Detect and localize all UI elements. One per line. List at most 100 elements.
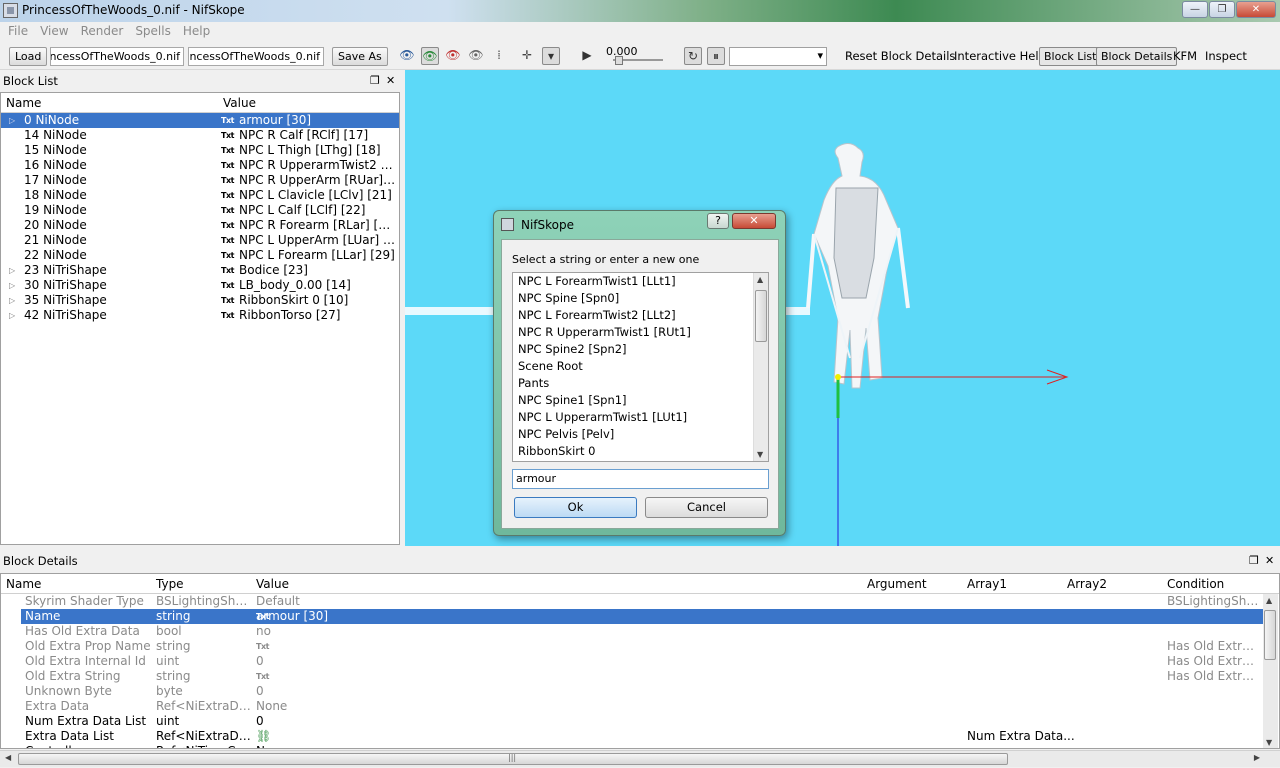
play-icon[interactable]: ▶ xyxy=(578,47,596,65)
string-option[interactable]: NPC R UpperarmTwist1 [RUt1] xyxy=(513,324,768,341)
detail-row[interactable]: Name string Txt armour [30] xyxy=(1,609,1279,624)
value-cell[interactable]: Default xyxy=(256,594,300,609)
column-header-value[interactable]: Value xyxy=(256,577,289,591)
detail-row[interactable]: Unknown Byte byte 0 xyxy=(1,684,1279,699)
maximize-button[interactable]: ❐ xyxy=(1209,1,1235,18)
column-header-condition[interactable]: Condition xyxy=(1167,577,1224,591)
expand-arrow-icon[interactable]: ▷ xyxy=(9,308,15,323)
scroll-up-icon[interactable]: ▲ xyxy=(1266,596,1272,605)
block-list-row[interactable]: ▷ 42 NiTriShape Txt RibbonTorso [27] xyxy=(1,308,399,323)
value-cell[interactable]: no xyxy=(256,624,271,639)
string-option[interactable]: NPC L ForearmTwist2 [LLt2] xyxy=(513,307,768,324)
view-shaded-eye-icon[interactable]: 👁 xyxy=(421,47,439,65)
block-list-row[interactable]: 18 NiNode Txt NPC L Clavicle [LClv] [21] xyxy=(1,188,399,203)
column-header-array2[interactable]: Array2 xyxy=(1067,577,1107,591)
footprint-icon[interactable]: ⁞ xyxy=(490,47,508,65)
expand-arrow-icon[interactable]: ▷ xyxy=(9,293,15,308)
string-option[interactable]: NPC L ForearmTwist1 [LLt1] xyxy=(513,273,768,290)
minimize-button[interactable]: — xyxy=(1182,1,1208,18)
block-list-row[interactable]: ▷ 0 NiNode Txt armour [30] xyxy=(1,113,399,128)
help-button[interactable]: ? xyxy=(707,213,729,229)
block-list-row[interactable]: 17 NiNode Txt NPC R UpperArm [RUar] [20] xyxy=(1,173,399,188)
load-button[interactable]: Load xyxy=(9,47,48,66)
cancel-button[interactable]: Cancel xyxy=(645,497,768,518)
detail-row[interactable]: Skyrim Shader Type BSLightingShaderProper… xyxy=(1,594,1279,609)
string-option[interactable]: NPC L UpperarmTwist1 [LUt1] xyxy=(513,409,768,426)
value-cell[interactable]: 0 xyxy=(256,684,264,699)
value-cell[interactable]: 0 xyxy=(256,714,264,729)
block-list-row[interactable]: 20 NiNode Txt NPC R Forearm [RLar] [25] xyxy=(1,218,399,233)
float-icon[interactable]: ❐ xyxy=(1249,554,1259,567)
string-option[interactable]: RibbonSkirt 0 xyxy=(513,443,768,460)
column-header-name[interactable]: Name xyxy=(6,96,41,110)
menu-view[interactable]: View xyxy=(34,22,74,42)
block-list-row[interactable]: 22 NiNode Txt NPC L Forearm [LLar] [29] xyxy=(1,248,399,263)
scroll-up-icon[interactable]: ▲ xyxy=(757,275,763,284)
scroll-left-icon[interactable]: ◀ xyxy=(5,753,11,762)
expand-arrow-icon[interactable]: ▷ xyxy=(9,113,15,128)
load-path-field[interactable]: PrincessOfTheWoods_0.nif xyxy=(50,47,184,66)
detail-row[interactable]: Num Extra Data List uint 0 xyxy=(1,714,1279,729)
close-window-button[interactable]: ✕ xyxy=(1236,1,1276,18)
dialog-close-button[interactable]: ✕ xyxy=(732,213,776,229)
block-details-toggle[interactable]: Block Details xyxy=(1096,47,1178,66)
scroll-right-icon[interactable]: ▶ xyxy=(1254,753,1260,762)
string-option[interactable]: NPC Pelvis [Pelv] xyxy=(513,426,768,443)
dropdown-icon[interactable]: ▾ xyxy=(542,47,560,65)
string-option[interactable]: NPC Spine [Spn0] xyxy=(513,290,768,307)
string-option[interactable]: Pants xyxy=(513,375,768,392)
value-cell[interactable]: None xyxy=(256,744,287,748)
interactive-help-button[interactable]: Interactive Help xyxy=(950,46,1050,65)
float-icon[interactable]: ❐ xyxy=(370,74,380,87)
save-path-field[interactable]: PrincessOfTheWoods_0.nif xyxy=(188,47,324,66)
scroll-down-icon[interactable]: ▼ xyxy=(757,450,763,459)
column-header-name[interactable]: Name xyxy=(6,577,41,591)
ok-button[interactable]: Ok xyxy=(514,497,637,518)
block-list-row[interactable]: 15 NiNode Txt NPC L Thigh [LThg] [18] xyxy=(1,143,399,158)
column-header-value[interactable]: Value xyxy=(223,96,256,110)
expand-arrow-icon[interactable]: ▷ xyxy=(9,263,15,278)
column-header-array1[interactable]: Array1 xyxy=(967,577,1007,591)
block-list-row[interactable]: 19 NiNode Txt NPC L Calf [LClf] [22] xyxy=(1,203,399,218)
animation-sequence-select[interactable] xyxy=(729,47,827,66)
string-option[interactable]: NPC Spine2 [Spn2] xyxy=(513,341,768,358)
block-list-row[interactable]: ▷ 23 NiTriShape Txt Bodice [23] xyxy=(1,263,399,278)
scroll-down-icon[interactable]: ▼ xyxy=(1266,738,1272,747)
block-list-row[interactable]: 16 NiNode Txt NPC R UpperarmTwist2 [RUt2] … xyxy=(1,158,399,173)
link-icon[interactable]: ⛓ xyxy=(256,729,271,744)
column-header-argument[interactable]: Argument xyxy=(867,577,927,591)
value-cell[interactable]: None xyxy=(256,699,287,714)
string-options-list[interactable]: NPC L ForearmTwist1 [LLt1] NPC Spine [Spn… xyxy=(512,272,769,462)
details-horizontal-scrollbar[interactable]: ◀ ||| ▶ xyxy=(0,750,1280,767)
save-as-button[interactable]: Save As xyxy=(332,47,388,66)
switch-icon[interactable]: ⏸ xyxy=(707,47,725,65)
string-option[interactable]: Scene Root xyxy=(513,358,768,375)
scroll-thumb[interactable] xyxy=(755,290,767,342)
block-list-row[interactable]: 21 NiNode Txt NPC L UpperArm [LUar] [28] xyxy=(1,233,399,248)
detail-row[interactable]: Old Extra Internal Id uint 0 Has Old Extra … xyxy=(1,654,1279,669)
detail-row[interactable]: Extra Data Ref<NiExtraData> None xyxy=(1,699,1279,714)
menu-file[interactable]: File xyxy=(2,22,34,42)
block-list-row[interactable]: 14 NiNode Txt NPC R Calf [RClf] [17] xyxy=(1,128,399,143)
detail-row[interactable]: Controller Ref<NiTimeController> None xyxy=(1,744,1279,748)
view-textured-eye-icon[interactable]: 👁 xyxy=(444,47,462,65)
reset-block-details-button[interactable]: Reset Block Details xyxy=(841,46,959,65)
detail-row[interactable]: Old Extra Prop Name string Txt Has Old Ext… xyxy=(1,639,1279,654)
menu-render[interactable]: Render xyxy=(75,22,130,42)
column-header-type[interactable]: Type xyxy=(156,577,184,591)
inspect-button[interactable]: Inspect xyxy=(1201,46,1251,65)
time-slider[interactable] xyxy=(615,56,623,65)
kfm-button[interactable]: KFM xyxy=(1169,46,1201,65)
axis-icon[interactable]: ✛ xyxy=(518,47,536,65)
detail-row[interactable]: Extra Data List Ref<NiExtraData> ⛓ Num Extr… xyxy=(1,729,1279,744)
loop-icon[interactable]: ↻ xyxy=(684,47,702,65)
detail-row[interactable]: Old Extra String string Txt Has Old Extra … xyxy=(1,669,1279,684)
scroll-thumb[interactable] xyxy=(1264,610,1276,660)
options-scrollbar[interactable]: ▲ ▼ xyxy=(753,273,768,461)
close-panel-icon[interactable]: ✕ xyxy=(386,74,395,87)
string-option[interactable]: NPC Spine1 [Spn1] xyxy=(513,392,768,409)
expand-arrow-icon[interactable]: ▷ xyxy=(9,278,15,293)
details-vertical-scrollbar[interactable]: ▲ ▼ xyxy=(1263,594,1278,748)
detail-row[interactable]: Has Old Extra Data bool no xyxy=(1,624,1279,639)
menu-help[interactable]: Help xyxy=(177,22,216,42)
